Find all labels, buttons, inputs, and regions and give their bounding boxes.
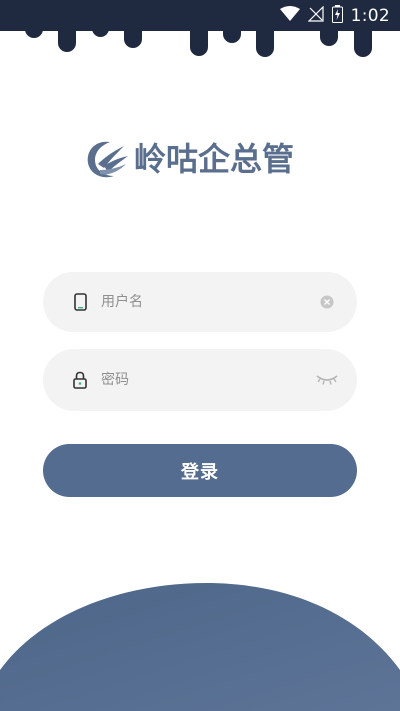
login-button[interactable]: 登录: [43, 444, 357, 497]
app-logo: 岭咕企总管: [84, 136, 294, 182]
eye-closed-icon[interactable]: [315, 368, 339, 392]
battery-charging-icon: [331, 5, 343, 27]
signal-icon: [307, 5, 324, 26]
password-input[interactable]: [101, 349, 315, 411]
status-bar: 1:02: [0, 0, 400, 32]
phone-icon: [73, 292, 87, 312]
clear-icon[interactable]: [315, 290, 339, 314]
lock-icon: [73, 370, 87, 390]
app-name: 岭咕企总管: [134, 140, 295, 178]
username-input[interactable]: [101, 272, 315, 332]
wifi-icon: [279, 6, 300, 26]
login-screen: 1:02 岭咕企总管 登录: [0, 0, 400, 711]
status-time: 1:02: [350, 6, 390, 26]
username-field[interactable]: [43, 272, 357, 332]
password-field[interactable]: [43, 349, 357, 411]
bottom-arc-decoration: [0, 583, 400, 711]
bird-wave-logo-icon: [87, 141, 128, 178]
